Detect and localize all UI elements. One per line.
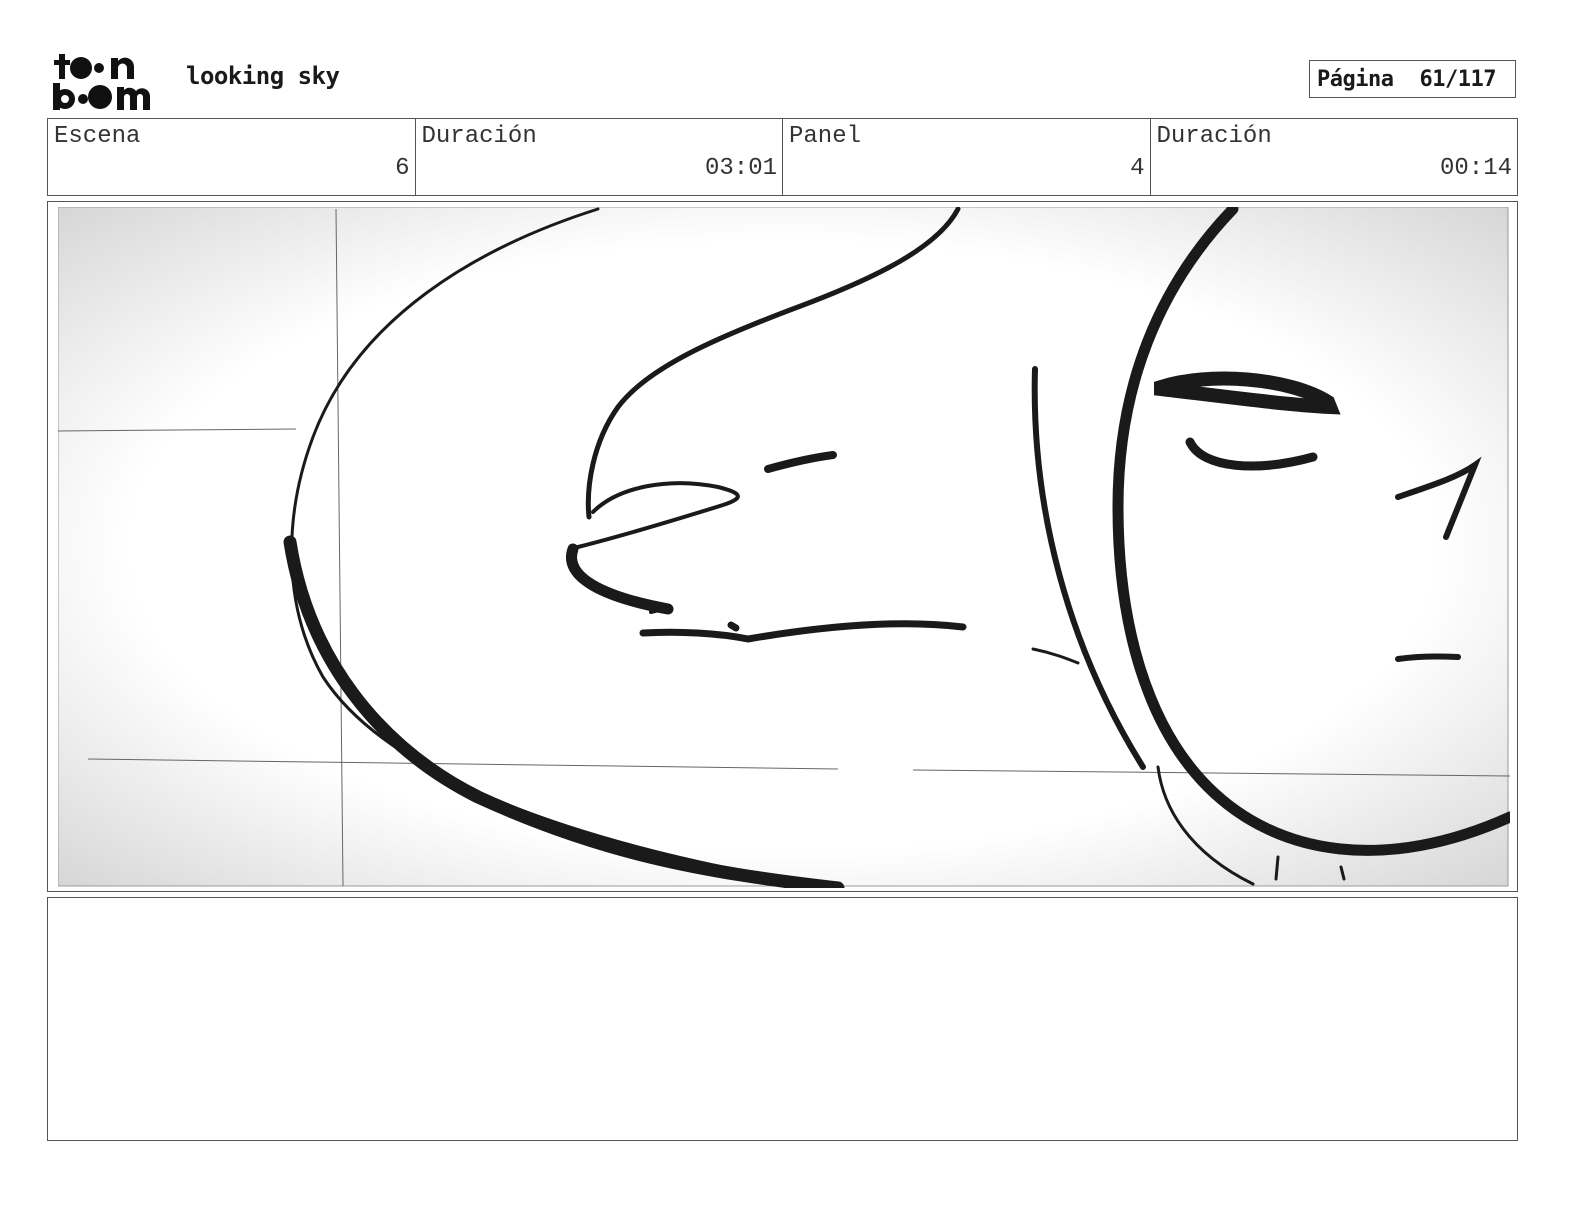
panel-duration-cell: Duración 00:14 <box>1151 119 1518 195</box>
panel-duration-value: 00:14 <box>1439 155 1512 182</box>
project-title: looking sky <box>186 62 340 90</box>
scene-cell: Escena 6 <box>48 119 416 195</box>
scene-label: Escena <box>54 123 141 150</box>
panel-value: 4 <box>1130 155 1145 182</box>
storyboard-panel <box>47 201 1518 892</box>
panel-cell: Panel 4 <box>783 119 1151 195</box>
scene-duration-label: Duración <box>421 123 537 150</box>
toon-boom-logo <box>53 54 150 110</box>
page-number: 61/117 <box>1419 66 1496 92</box>
scene-value: 6 <box>395 155 410 182</box>
panel-notes-box <box>47 897 1518 1141</box>
scene-duration-cell: Duración 03:01 <box>416 119 783 195</box>
scene-info-row: Escena 6 Duración 03:01 Panel 4 Duración… <box>47 118 1518 196</box>
panel-sketch <box>58 207 1510 888</box>
panel-duration-label: Duración <box>1156 123 1272 150</box>
page-indicator: Página 61/117 <box>1309 60 1516 98</box>
scene-duration-value: 03:01 <box>704 155 777 182</box>
page-label: Página <box>1317 66 1394 92</box>
panel-label: Panel <box>789 123 862 150</box>
